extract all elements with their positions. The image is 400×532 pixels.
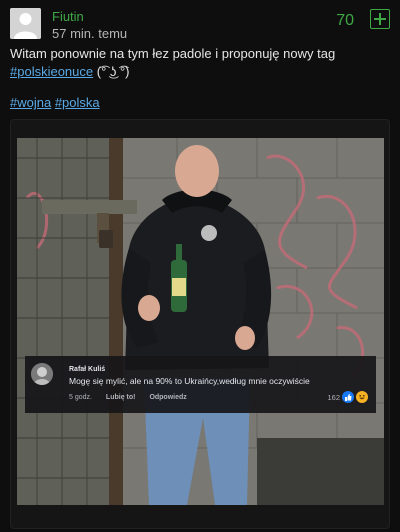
post-text: Witam ponownie na tym łez padole i propo… — [10, 46, 336, 61]
post-photo[interactable]: Rafał Kuliś Mogę się mylić, ale na 90% t… — [17, 138, 384, 505]
tag-polska[interactable]: #polska — [55, 95, 100, 110]
like-reaction-icon — [342, 391, 354, 403]
user-avatar-icon — [10, 8, 41, 39]
post-body: Witam ponownie na tym łez padole i propo… — [10, 45, 390, 81]
comment-like-link: Lubię to! — [105, 394, 136, 401]
comment-reply-link: Odpowiedz — [149, 394, 187, 401]
reaction-count: 162 — [327, 392, 340, 402]
inline-tag[interactable]: #polskieonuce — [10, 64, 93, 79]
upvote-button[interactable] — [370, 9, 390, 29]
post-time: 57 min. temu — [52, 26, 128, 41]
photo-illustration — [17, 138, 384, 505]
comment-reactions: 162 — [327, 391, 368, 403]
commenter-avatar-icon — [31, 363, 53, 385]
embedded-facebook-comment: Rafał Kuliś Mogę się mylić, ale na 90% t… — [25, 356, 376, 413]
author-avatar[interactable] — [10, 8, 41, 39]
laugh-reaction-icon — [356, 391, 368, 403]
comment-text: Mogę się mylić, ale na 90% to Ukraińcy,w… — [69, 376, 310, 386]
post-header: Fiutin 57 min. temu 70 — [10, 8, 390, 42]
tag-wojna[interactable]: #wojna — [10, 95, 51, 110]
commenter-name: Rafał Kuliś — [69, 366, 106, 373]
comment-actions: 5 godz. Lubię to! Odpowiedz — [69, 394, 199, 401]
post-tags: #wojna #polska — [10, 94, 100, 112]
plus-icon — [374, 13, 386, 25]
post-card: Fiutin 57 min. temu 70 Witam ponownie na… — [0, 0, 400, 532]
author-name[interactable]: Fiutin — [52, 9, 84, 24]
lenny-emoticon: (͡° ͜ʖ ͡°) — [93, 64, 130, 79]
embedded-media[interactable]: Rafał Kuliś Mogę się mylić, ale na 90% t… — [10, 119, 390, 529]
comment-time: 5 godz. — [69, 394, 92, 401]
vote-count: 70 — [336, 12, 354, 29]
commenter-avatar — [31, 363, 53, 385]
comment-bubble: Rafał Kuliś Mogę się mylić, ale na 90% t… — [59, 361, 363, 388]
